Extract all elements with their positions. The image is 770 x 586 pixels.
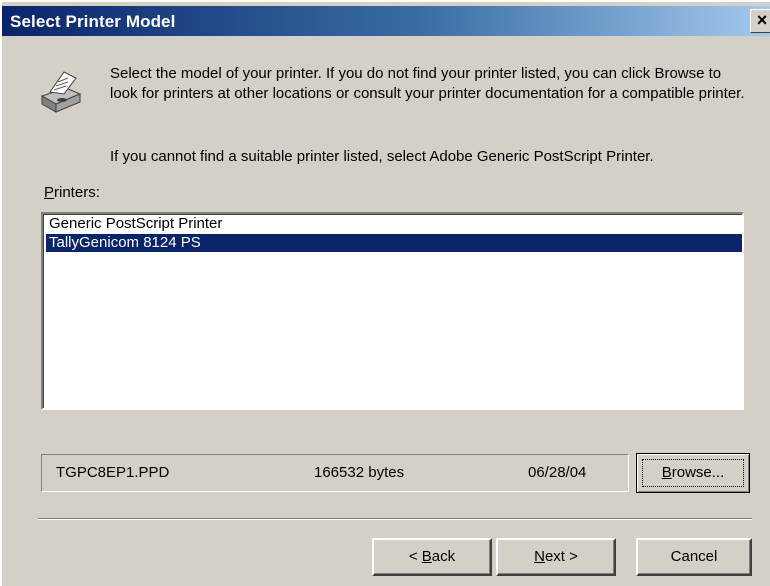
- printers-listbox[interactable]: Generic PostScript Printer TallyGenicom …: [41, 212, 744, 410]
- browse-button[interactable]: Browse...: [636, 453, 750, 493]
- back-button[interactable]: < Back: [372, 538, 492, 576]
- cancel-button[interactable]: Cancel: [636, 538, 752, 576]
- browse-mnemonic: B: [661, 464, 672, 481]
- printers-label-mnemonic: P: [44, 184, 55, 201]
- title-bar[interactable]: Select Printer Model ×: [2, 6, 770, 36]
- printer-icon: [40, 71, 82, 113]
- instruction-text: Select the model of your printer. If you…: [110, 65, 745, 102]
- printers-label: Printers:: [44, 184, 100, 201]
- printers-label-rest: rinters:: [54, 184, 100, 201]
- ppd-file-size: 166532 bytes: [314, 464, 405, 481]
- printer-list-item-selected[interactable]: TallyGenicom 8124 PS: [46, 234, 742, 252]
- back-prefix: <: [408, 548, 422, 565]
- ppd-filename: TGPC8EP1.PPD: [56, 464, 170, 481]
- ppd-info-panel: TGPC8EP1.PPD 166532 bytes 06/28/04: [41, 454, 629, 492]
- close-icon: ×: [756, 10, 768, 30]
- fallback-instruction-text: If you cannot find a suitable printer li…: [110, 148, 654, 165]
- next-button[interactable]: Next >: [496, 538, 616, 576]
- browse-label: rowse...: [671, 464, 725, 481]
- back-label: ack: [431, 548, 456, 565]
- window-title: Select Printer Model: [10, 12, 176, 31]
- select-printer-model-dialog: Select Printer Model × Select the model …: [0, 0, 770, 586]
- printer-list-item[interactable]: Generic PostScript Printer: [46, 215, 742, 233]
- browse-button-focus: Browse...: [642, 459, 744, 487]
- next-label: ext >: [544, 548, 578, 565]
- back-mnemonic: B: [421, 548, 432, 565]
- next-mnemonic: N: [534, 548, 545, 565]
- divider: [38, 518, 752, 520]
- close-button[interactable]: ×: [750, 9, 770, 33]
- ppd-file-date: 06/28/04: [528, 464, 587, 481]
